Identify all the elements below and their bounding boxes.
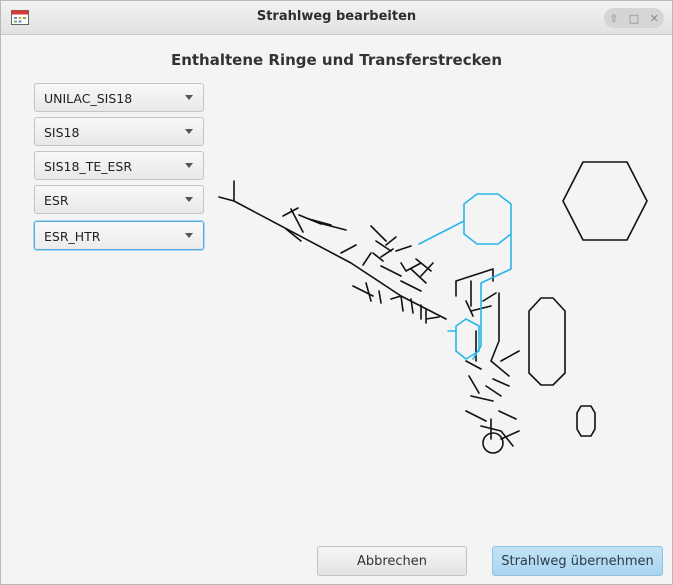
cancel-button[interactable]: Abbrechen xyxy=(317,546,467,576)
page-title: Enthaltene Ringe und Transferstrecken xyxy=(170,51,503,69)
dropdown-sis18-te-esr[interactable]: SIS18_TE_ESR xyxy=(34,151,204,180)
dropdown-sis18[interactable]: SIS18 xyxy=(34,117,204,146)
map-beamlines-highlight xyxy=(418,193,512,360)
map-beamlines-black xyxy=(218,161,648,454)
chevron-down-icon xyxy=(185,197,193,202)
close-icon[interactable]: ✕ xyxy=(650,12,659,25)
chevron-down-icon xyxy=(185,129,193,134)
dropdown-esr-htr[interactable]: ESR_HTR xyxy=(34,221,204,250)
window-controls: ⇧ □ ✕ xyxy=(604,8,664,28)
chevron-down-icon xyxy=(185,95,193,100)
facility-map xyxy=(218,161,648,454)
maximize-icon[interactable]: □ xyxy=(629,12,639,25)
dropdown-unilac-sis18[interactable]: UNILAC_SIS18 xyxy=(34,83,204,112)
window-title: Strahlweg bearbeiten xyxy=(256,9,417,24)
title-bar[interactable]: Strahlweg bearbeiten ⇧ □ ✕ xyxy=(1,1,672,35)
chevron-down-icon xyxy=(185,163,193,168)
dropdown-value: ESR xyxy=(44,193,69,208)
dialog-content: Enthaltene Ringe und Transferstrecken UN… xyxy=(1,35,672,584)
chevron-down-icon xyxy=(185,233,193,238)
dialog-window: Strahlweg bearbeiten ⇧ □ ✕ Enthaltene Ri… xyxy=(0,0,673,585)
dropdown-value: SIS18 xyxy=(44,125,80,140)
dropdown-esr[interactable]: ESR xyxy=(34,185,204,214)
up-arrow-icon[interactable]: ⇧ xyxy=(609,12,618,25)
dropdown-value: SIS18_TE_ESR xyxy=(44,159,133,174)
apply-route-button[interactable]: Strahlweg übernehmen xyxy=(492,546,663,576)
dropdown-value: ESR_HTR xyxy=(44,229,101,244)
dropdown-value: UNILAC_SIS18 xyxy=(44,91,133,106)
